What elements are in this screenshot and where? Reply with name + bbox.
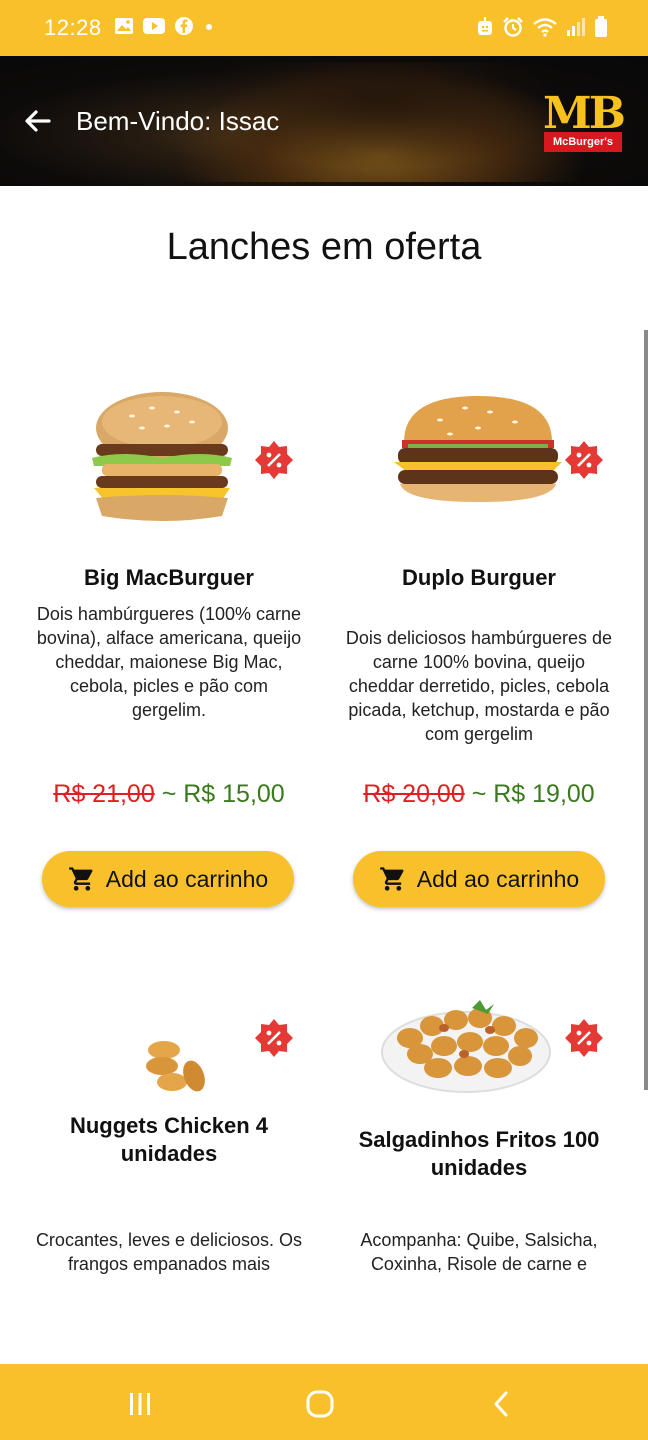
facebook-icon <box>174 16 194 41</box>
back-nav-icon <box>494 1391 508 1417</box>
product-image <box>142 1036 216 1103</box>
discount-badge-icon <box>564 440 604 480</box>
discount-badge-icon <box>254 440 294 480</box>
product-image <box>82 388 242 533</box>
back-nav-button[interactable] <box>482 1388 522 1420</box>
recents-button[interactable] <box>120 1388 160 1420</box>
page-title: Lanches em oferta <box>166 226 482 268</box>
dot-icon <box>202 19 216 37</box>
system-navigation-bar <box>0 1364 648 1440</box>
alarm-icon <box>502 16 524 43</box>
product-name: Salgadinhos Fritos 100 unidades <box>358 1127 600 1180</box>
product-image <box>380 990 552 1101</box>
product-description: Acompanha: Quibe, Salsicha, Coxinha, Ris… <box>360 1230 598 1274</box>
recents-icon <box>130 1393 150 1415</box>
wifi-icon <box>532 17 558 42</box>
product-name: Nuggets Chicken 4 unidades <box>69 1113 269 1166</box>
product-image <box>390 390 566 515</box>
product-name: Duplo Burguer <box>402 565 556 590</box>
battery-icon <box>594 16 608 43</box>
product-card: Big MacBurguer Dois hambúrgueres (100% c… <box>34 380 304 920</box>
product-description: Crocantes, leves e deliciosos. Os frango… <box>35 1230 303 1274</box>
old-price: R$ 20,00 <box>363 780 465 808</box>
arrow-left-icon <box>25 110 51 132</box>
scrollbar[interactable] <box>644 330 648 1090</box>
add-to-cart-label: Add ao carrinho <box>105 865 269 892</box>
gallery-icon <box>114 17 134 40</box>
old-price: R$ 21,00 <box>53 780 155 808</box>
status-time: 12:28 <box>44 15 102 40</box>
logo-letters: MB <box>543 88 626 139</box>
product-card: Salgadinhos Fritos 100 unidades Acompanh… <box>344 990 614 1280</box>
discount-badge-icon <box>564 1018 604 1058</box>
product-card: Duplo Burguer Dois deliciosos hambúrguer… <box>344 380 614 920</box>
brand-logo: MB McBurger's <box>542 88 626 156</box>
new-price: R$ 19,00 <box>493 780 595 808</box>
notification-icon <box>476 16 494 43</box>
product-card: Nuggets Chicken 4 unidades Crocantes, le… <box>34 990 304 1280</box>
add-to-cart-label: Add ao carrinho <box>416 865 580 892</box>
cart-icon <box>68 867 93 891</box>
home-button[interactable] <box>300 1388 340 1420</box>
product-price: R$ 20,00 ~ R$ 19,00 <box>363 780 595 808</box>
add-to-cart-button[interactable]: Add ao carrinho <box>42 851 294 907</box>
app-header: Bem-Vindo: Issac MB McBurger's <box>0 56 648 186</box>
status-left-icons <box>114 16 216 41</box>
product-name: Big MacBurguer <box>84 565 254 590</box>
logo-tag: McBurger's <box>544 132 622 152</box>
youtube-icon <box>142 17 166 40</box>
product-price: R$ 21,00 ~ R$ 15,00 <box>53 780 285 808</box>
home-icon <box>306 1390 334 1418</box>
product-description: Dois hambúrgueres (100% carne bovina), a… <box>36 604 302 720</box>
status-right-icons <box>476 16 608 43</box>
back-button[interactable] <box>20 103 56 139</box>
add-to-cart-button[interactable]: Add ao carrinho <box>353 851 605 907</box>
cart-icon <box>379 867 404 891</box>
product-description: Dois deliciosos hambúrgueres de carne 10… <box>345 628 613 744</box>
status-bar: 12:28 <box>0 0 648 56</box>
new-price: R$ 15,00 <box>183 780 285 808</box>
header-title: Bem-Vindo: Issac <box>76 106 280 136</box>
discount-badge-icon <box>254 1018 294 1058</box>
signal-icon <box>566 17 586 42</box>
